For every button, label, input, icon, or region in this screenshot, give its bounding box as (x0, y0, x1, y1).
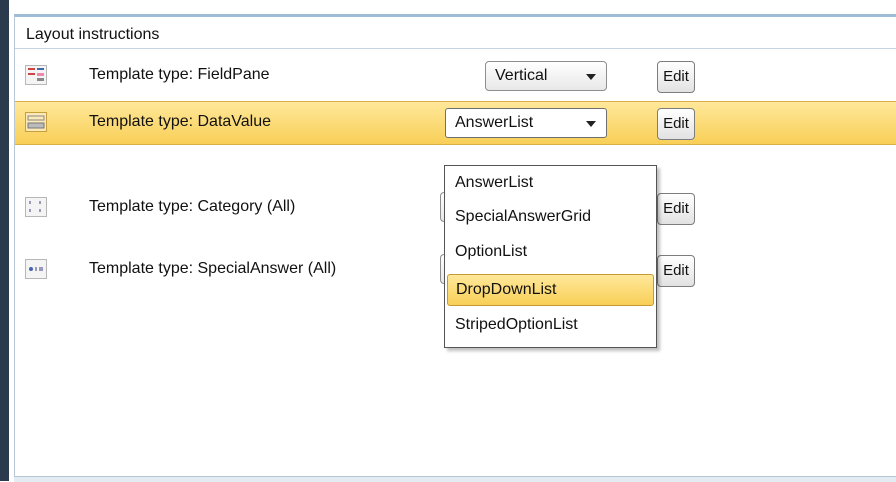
panel-bottom-border (14, 476, 896, 482)
template-label: Template type: Category (All) (89, 198, 296, 215)
dropdown-option-dropdownlist[interactable]: DropDownList (447, 274, 654, 306)
layout-dropdown[interactable]: AnswerList (445, 108, 607, 138)
template-label: Template type: DataValue (89, 113, 272, 130)
category-template-icon (25, 197, 47, 217)
dropdown-option-specialanswergrid[interactable]: SpecialAnswerGrid (447, 202, 654, 234)
chevron-down-icon (586, 121, 596, 127)
datavalue-template-icon (25, 112, 47, 132)
template-row-fieldpane[interactable]: Template type: FieldPane Vertical Edit (15, 55, 896, 99)
panel-title: Layout instructions (15, 21, 896, 49)
dropdown-option-answerlist[interactable]: AnswerList (447, 168, 654, 200)
edit-button[interactable]: Edit (657, 255, 695, 287)
template-row-datavalue[interactable]: Template type: DataValue AnswerList Edit (15, 101, 896, 145)
dropdown-option-optionlist[interactable]: OptionList (447, 237, 654, 269)
dropdown-value: AnswerList (455, 114, 534, 131)
dropdown-value: Vertical (495, 67, 548, 84)
fieldpane-template-icon (25, 65, 47, 85)
layout-dropdown-menu: AnswerList SpecialAnswerGrid OptionList … (444, 165, 657, 348)
window-left-edge (0, 0, 9, 481)
layout-dropdown[interactable]: Vertical (485, 61, 607, 91)
dropdown-option-stripedoptionlist[interactable]: StripedOptionList (447, 310, 654, 342)
edit-button[interactable]: Edit (657, 108, 695, 140)
template-label: Template type: SpecialAnswer (All) (89, 260, 337, 277)
edit-button[interactable]: Edit (657, 193, 695, 225)
chevron-down-icon (586, 74, 596, 80)
specialanswer-template-icon (25, 259, 47, 279)
top-strip (9, 0, 896, 14)
template-label: Template type: FieldPane (89, 66, 270, 83)
edit-button[interactable]: Edit (657, 61, 695, 93)
